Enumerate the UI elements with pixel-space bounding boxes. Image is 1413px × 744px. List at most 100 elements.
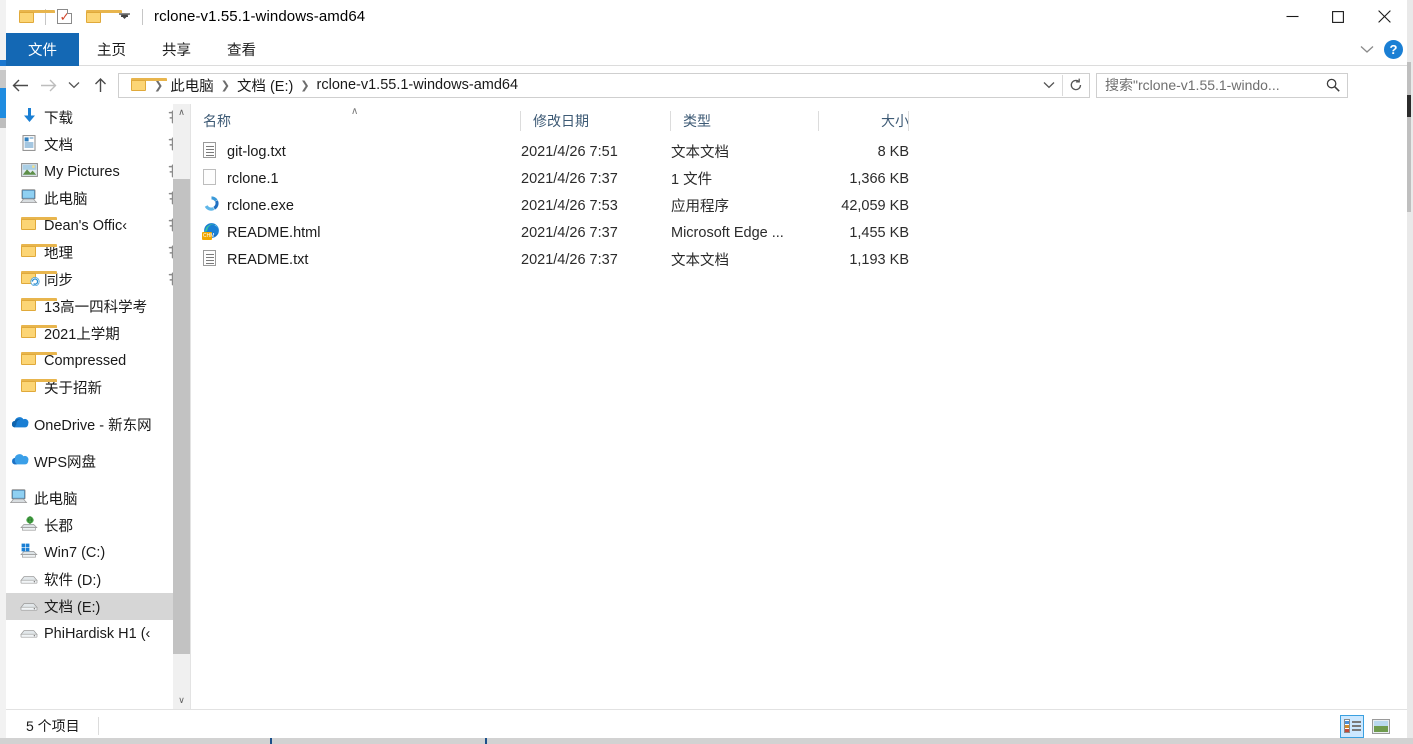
table-row[interactable]: README.txt 2021/4/26 7:37 文本文档 1,193 KB — [191, 246, 1407, 273]
sidebar-item[interactable]: 软件 (D:) — [6, 566, 190, 593]
screen: ✓ rclone-v1.55.1-windows-amd64 文件 主页 共享 … — [0, 0, 1413, 744]
sidebar-item-label: 软件 (D:) — [44, 573, 102, 589]
breadcrumb-item-drive-e[interactable]: 文档 (E:) — [232, 75, 298, 96]
table-row[interactable]: git-log.txt 2021/4/26 7:51 文本文档 8 KB — [191, 138, 1407, 165]
column-header-name[interactable]: 名称 — [191, 104, 521, 138]
sidebar-scroll-thumb[interactable] — [173, 179, 190, 654]
column-header-date[interactable]: 修改日期 — [521, 104, 671, 138]
column-header-size[interactable]: 大小 — [819, 104, 909, 138]
tab-view[interactable]: 查看 — [209, 33, 274, 66]
window-title: rclone-v1.55.1-windows-amd64 — [154, 8, 366, 25]
network-drive-icon — [16, 516, 42, 535]
breadcrumb-separator-3[interactable]: ❯ — [298, 79, 311, 92]
cell-name: rclone.exe — [191, 195, 521, 216]
taskbar-mark-1 — [270, 738, 272, 744]
sidebar-item-label: 长郡 — [44, 519, 73, 535]
sidebar-item[interactable]: 13高一四科学考 — [6, 293, 190, 320]
search-input[interactable]: 搜索"rclone-v1.55.1-windo... — [1105, 75, 1323, 95]
file-rows: git-log.txt 2021/4/26 7:51 文本文档 8 KB rclone.… — [191, 138, 1407, 273]
details-view-button[interactable] — [1340, 714, 1364, 738]
tab-home[interactable]: 主页 — [79, 33, 144, 66]
breadcrumb-root-icon[interactable] — [126, 77, 167, 93]
title-bar: ✓ rclone-v1.55.1-windows-amd64 — [6, 0, 1407, 33]
sidebar-scrollbar[interactable]: ∧ ∨ — [173, 104, 190, 709]
properties-icon[interactable]: ✓ — [49, 2, 79, 32]
sidebar-item[interactable]: 地理 — [6, 239, 190, 266]
pictures-icon — [16, 162, 42, 181]
column-header-date-label: 修改日期 — [533, 113, 589, 129]
this-pc-icon — [19, 189, 38, 208]
sidebar-item[interactable]: 关于招新 — [6, 374, 190, 401]
table-row[interactable]: CHM README.html 2021/4/26 7:37 Microsoft Ed… — [191, 219, 1407, 246]
drive-icon — [16, 598, 42, 615]
breadcrumb-item-this-pc[interactable]: 此电脑 — [165, 75, 219, 96]
cell-date: 2021/4/26 7:37 — [521, 251, 618, 268]
tab-file[interactable]: 文件 — [6, 33, 79, 66]
collapse-ribbon-icon[interactable] — [1360, 41, 1374, 59]
customize-qat-icon[interactable] — [109, 2, 139, 32]
sidebar-item[interactable]: 下载 — [6, 104, 190, 131]
column-divider-size[interactable] — [908, 111, 909, 131]
address-bar-actions — [1036, 74, 1089, 97]
sidebar-scroll-down-button[interactable]: ∨ — [173, 692, 190, 709]
table-row[interactable]: rclone.exe 2021/4/26 7:53 应用程序 42,059 KB — [191, 192, 1407, 219]
table-row[interactable]: rclone.1 2021/4/26 7:37 1 文件 1,366 KB — [191, 165, 1407, 192]
search-box[interactable]: 搜索"rclone-v1.55.1-windo... — [1096, 72, 1348, 98]
file-list-pane[interactable]: ∧ 名称 修改日期 类型 大小 git-log.txt 2021/4/26 7:… — [191, 104, 1407, 709]
large-icons-view-button[interactable] — [1369, 715, 1393, 738]
drive-icon — [16, 625, 42, 642]
forward-button[interactable] — [34, 70, 62, 100]
column-header-type[interactable]: 类型 — [671, 104, 819, 138]
sidebar-item[interactable]: 文档 — [6, 131, 190, 158]
download-icon — [22, 107, 37, 128]
cell-size: 1,193 KB — [849, 251, 909, 268]
folder-icon — [16, 352, 57, 369]
breadcrumb-separator-2[interactable]: ❯ — [219, 79, 232, 92]
sidebar-item[interactable]: WPS网盘 — [6, 448, 190, 475]
sidebar-item[interactable]: Compressed — [6, 347, 190, 374]
file-name-label: rclone.1 — [227, 170, 279, 187]
taskbar-mark-2 — [485, 738, 487, 744]
generic-file-icon — [203, 168, 216, 189]
address-bar[interactable]: ❯ 此电脑 ❯ 文档 (E:) ❯ rclone-v1.55.1-windows… — [118, 72, 1090, 98]
recent-locations-button[interactable] — [62, 70, 86, 100]
sidebar-item[interactable]: 2021上学期 — [6, 320, 190, 347]
this-pc-icon — [6, 489, 32, 508]
sidebar-item[interactable]: Win7 (C:) — [6, 539, 190, 566]
sidebar-scroll-up-button[interactable]: ∧ — [173, 104, 190, 121]
tab-share[interactable]: 共享 — [144, 33, 209, 66]
new-folder-icon[interactable] — [79, 2, 122, 32]
file-name-label: git-log.txt — [227, 143, 286, 160]
minimize-button[interactable] — [1269, 0, 1315, 33]
breadcrumb-item-current-folder[interactable]: rclone-v1.55.1-windows-amd64 — [312, 77, 524, 93]
help-button[interactable]: ? — [1384, 40, 1403, 59]
folder-icon — [21, 379, 57, 396]
sidebar-item[interactable]: My Pictures — [6, 158, 190, 185]
sidebar-item-label: 下载 — [44, 111, 73, 127]
windows-drive-icon — [16, 543, 42, 562]
navigation-pane: 下载 文档 My Pictures 此电脑 Dean's Offic‹ 地理 同步 13高一四… — [6, 104, 190, 709]
sidebar-item[interactable]: 长郡 — [6, 512, 190, 539]
sidebar-item-label: 文档 — [44, 138, 73, 154]
back-button[interactable] — [6, 70, 34, 100]
explorer-window: ✓ rclone-v1.55.1-windows-amd64 文件 主页 共享 … — [6, 0, 1407, 741]
sidebar-item[interactable]: OneDrive - 新东网 — [6, 411, 190, 438]
sidebar-item[interactable]: 文档 (E:) — [6, 593, 190, 620]
sidebar-scroll-track[interactable] — [173, 121, 190, 692]
details-view-icon — [1343, 719, 1361, 733]
up-button[interactable] — [86, 70, 114, 100]
search-icon[interactable] — [1323, 78, 1343, 92]
sidebar-item[interactable]: 同步 — [6, 266, 190, 293]
folder-icon[interactable] — [12, 2, 55, 32]
sidebar-item[interactable]: PhiHardisk H1 (‹ — [6, 620, 190, 647]
folder-icon — [21, 352, 57, 369]
refresh-icon[interactable] — [1063, 74, 1089, 97]
maximize-button[interactable] — [1315, 0, 1361, 33]
close-button[interactable] — [1361, 0, 1407, 33]
sidebar-item[interactable]: 此电脑 — [6, 485, 190, 512]
address-dropdown-icon[interactable] — [1036, 74, 1062, 97]
edge-html-icon: CHM — [202, 222, 227, 243]
sidebar-item[interactable]: 此电脑 — [6, 185, 190, 212]
sidebar-item[interactable]: Dean's Offic‹ — [6, 212, 190, 239]
quick-access-toolbar: ✓ — [12, 0, 146, 33]
